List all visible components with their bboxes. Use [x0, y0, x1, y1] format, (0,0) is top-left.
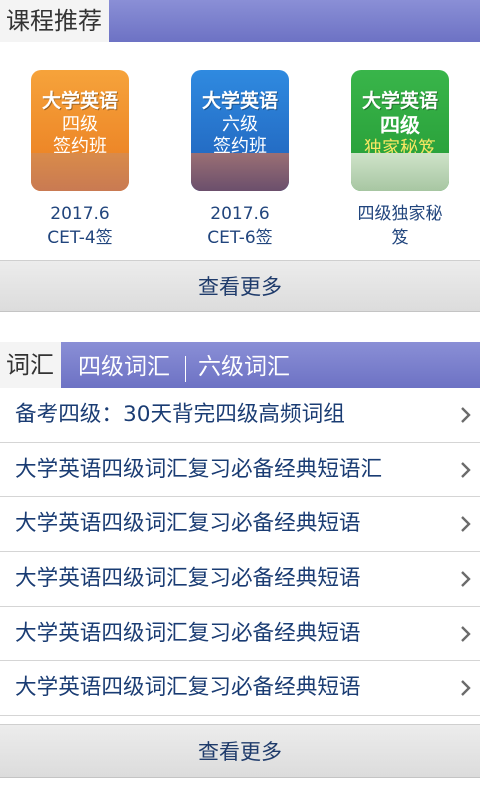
caption-line: 四级独家秘: [357, 204, 443, 224]
cover-title: 大学英语: [41, 90, 118, 112]
cover-photo: [351, 153, 449, 191]
caption-line: CET-6签: [207, 228, 273, 248]
list-item[interactable]: 大学英语四级词汇复习必备经典短语: [0, 552, 480, 607]
chevron-right-icon: [461, 461, 471, 478]
course-card-cet4[interactable]: 大学英语 四级 签约班 2017.6 CET-4签: [10, 70, 150, 250]
chevron-right-icon: [461, 571, 471, 587]
caption-line: 笈: [391, 228, 409, 248]
vocab-header: 词汇 四级词汇 六级词汇: [0, 342, 480, 388]
cover-photo: [31, 153, 129, 191]
vocab-more-button[interactable]: 查看更多: [0, 724, 480, 778]
courses-section-title: 课程推荐: [0, 0, 109, 42]
list-item-title: 大学英语四级词汇复习必备经典短语: [15, 566, 361, 592]
tab-vocab[interactable]: 词汇: [0, 342, 61, 388]
caption-line: 2017.6: [50, 204, 110, 224]
list-item-title: 大学英语四级词汇复习必备经典短语: [15, 511, 361, 537]
tab-cet4-vocab[interactable]: 四级词汇: [78, 342, 170, 388]
cover-photo: [191, 153, 289, 191]
cover-subtitle: 四级: [62, 114, 98, 135]
course-grid: 大学英语 四级 签约班 2017.6 CET-4签 大学英语 六级 签约班 20…: [0, 42, 480, 260]
list-item-title: 大学英语四级词汇复习必备经典短语: [15, 620, 361, 646]
course-cover-image[interactable]: 大学英语 六级 签约班: [191, 70, 289, 191]
course-card-secret[interactable]: 大学英语 四级 独家秘笈 四级独家秘 笈: [330, 70, 470, 250]
list-item[interactable]: 大学英语四级词汇复习必备经典短语汇: [0, 442, 480, 498]
cover-title: 大学英语: [361, 90, 438, 112]
list-item[interactable]: 备考四级：30天背完四级高频词组: [0, 388, 480, 443]
list-item-title: 备考四级：30天背完四级高频词组: [15, 402, 345, 427]
cover-title: 大学英语: [201, 90, 278, 112]
course-caption[interactable]: 2017.6 CET-6签: [170, 202, 310, 250]
chevron-right-icon: [461, 680, 471, 697]
course-cover-image[interactable]: 大学英语 四级 签约班: [31, 70, 129, 191]
caption-line: CET-4签: [47, 228, 113, 248]
list-item[interactable]: 大学英语四级词汇复习必备经典短语: [0, 661, 480, 717]
course-card-cet6[interactable]: 大学英语 六级 签约班 2017.6 CET-6签: [170, 70, 310, 250]
courses-more-button[interactable]: 查看更多: [0, 260, 480, 312]
chevron-right-icon: [461, 407, 471, 423]
bottom-gap: [0, 778, 480, 800]
tab-cet6-vocab[interactable]: 六级词汇: [198, 342, 290, 388]
chevron-right-icon: [461, 516, 471, 533]
chevron-right-icon: [461, 625, 471, 642]
list-item-title: 大学英语四级词汇复习必备经典短语: [15, 675, 361, 701]
tab-divider: [185, 356, 186, 382]
caption-line: 2017.6: [210, 204, 270, 224]
course-cover-image[interactable]: 大学英语 四级 独家秘笈: [351, 70, 449, 191]
section-gap: [0, 312, 480, 342]
list-item[interactable]: 大学英语四级词汇复习必备经典短语: [0, 606, 480, 662]
course-caption[interactable]: 2017.6 CET-4签: [10, 202, 150, 250]
courses-header: 课程推荐: [0, 0, 480, 42]
course-caption[interactable]: 四级独家秘 笈: [330, 202, 470, 250]
cover-subtitle: 六级: [222, 114, 258, 135]
cover-subtitle: 四级: [380, 113, 420, 137]
list-item[interactable]: 大学英语四级词汇复习必备经典短语: [0, 497, 480, 553]
vocab-list: 备考四级：30天背完四级高频词组 大学英语四级词汇复习必备经典短语汇 大学英语四…: [0, 388, 480, 717]
list-item-title: 大学英语四级词汇复习必备经典短语汇: [15, 456, 383, 482]
